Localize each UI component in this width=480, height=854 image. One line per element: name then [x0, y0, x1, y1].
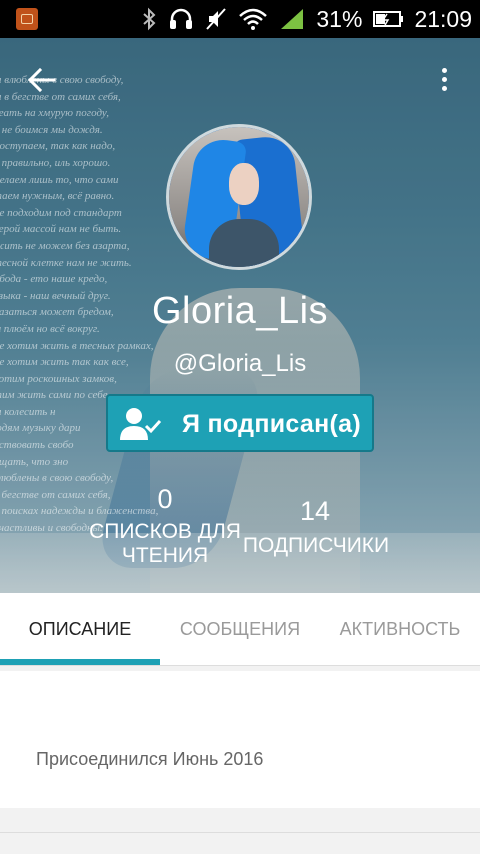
poem-line: не подходим под стандарт [0, 206, 122, 219]
reading-lists-count: 0 [157, 484, 173, 514]
poem-line: веать на хмурую погоду, [0, 107, 109, 120]
poem-line: делаем лишь то, что сами [0, 173, 119, 186]
reading-lists-label[interactable]: СПИСКОВ ДЛЯ ЧТЕНИЯ [80, 520, 250, 568]
battery-icon [373, 11, 404, 27]
following-button-label: Я подписан(а) [182, 410, 361, 438]
poem-line: серой массой нам не быть. [0, 223, 122, 236]
tab-activity[interactable]: АКТИВНОСТЬ [320, 593, 480, 665]
divider [0, 832, 480, 833]
description-card: Присоединился Июнь 2016 [0, 671, 480, 808]
reading-lists-label-line2: ЧТЕНИЯ [121, 544, 209, 567]
poem-line: жить не можем без азарта, [0, 239, 130, 252]
tab-bar: ОПИСАНИЕ СООБЩЕНИЯ АКТИВНОСТЬ [0, 593, 480, 666]
display-name: Gloria_Lis [151, 290, 329, 332]
battery-percent: 31% [316, 5, 363, 32]
poem-line: тесной клетке нам не жить. [0, 256, 132, 269]
avatar [166, 124, 312, 270]
mute-icon [206, 8, 227, 30]
following-button[interactable]: Я подписан(а) [106, 394, 374, 452]
poem-line: ы в бегстве от самих себя, [0, 90, 121, 103]
poem-line: поступаем, так как надо, [0, 140, 116, 153]
bluetooth-icon [143, 7, 156, 31]
active-tab-indicator [0, 659, 160, 665]
poem-line: ы влюблены в свою свободу, [0, 74, 124, 86]
tab-description[interactable]: ОПИСАНИЕ [0, 593, 160, 665]
overflow-menu-icon[interactable] [432, 64, 456, 100]
tab-messages[interactable]: СООБЩЕНИЯ [160, 593, 320, 665]
reading-lists-label-line1: СПИСКОВ ДЛЯ [89, 520, 241, 543]
notification-app-icon [16, 8, 38, 30]
status-bar: 31% 21:09 [0, 0, 480, 38]
joined-date: Присоединился Июнь 2016 [36, 749, 264, 769]
status-icons: 31% 21:09 [141, 0, 472, 38]
poem-line: ь не боимся мы дождя. [0, 123, 103, 136]
username: @Gloria_Lis [173, 350, 307, 377]
headphones-icon [170, 8, 193, 29]
poem-line: таем нужным, всё равно. [0, 190, 115, 203]
poem-line: обода - ето наше кредо, [0, 273, 108, 286]
signal-icon [281, 9, 304, 29]
wifi-icon [239, 8, 268, 30]
user-check-icon [120, 408, 162, 440]
followers-label[interactable]: ПОДПИСЧИКИ [236, 534, 396, 558]
clock: 21:09 [414, 5, 472, 32]
followers-count: 14 [299, 496, 331, 526]
poem-line: ущать, что зно [0, 455, 69, 468]
poem-line: х правильно, иль хорошо. [0, 156, 111, 169]
back-arrow-icon[interactable] [26, 66, 58, 94]
